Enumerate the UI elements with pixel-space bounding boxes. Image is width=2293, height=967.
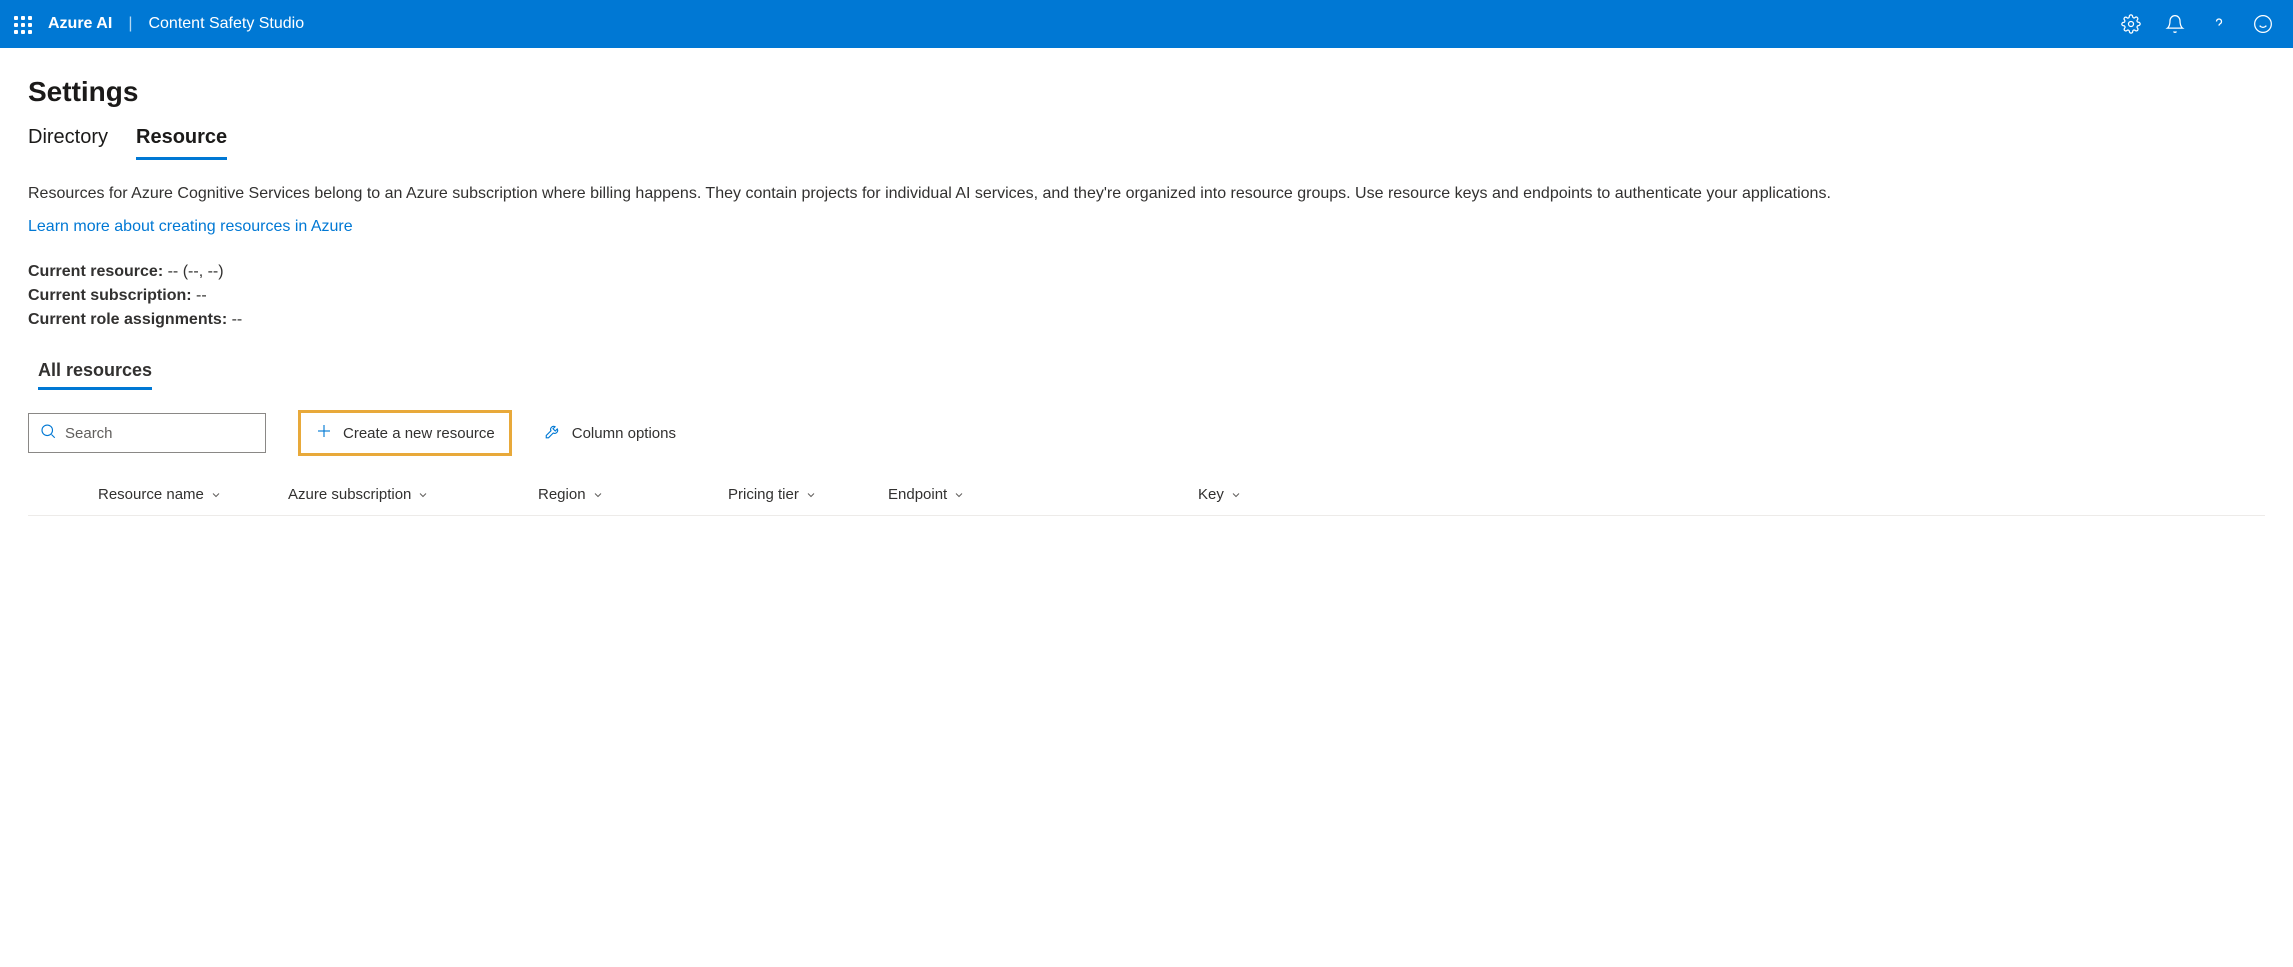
chevron-down-icon [210, 489, 222, 501]
current-subscription-line: Current subscription: -- [28, 284, 2265, 308]
current-role-label: Current role assignments: [28, 311, 227, 328]
current-role-value: -- [227, 311, 242, 328]
chevron-down-icon [1230, 489, 1242, 501]
column-header-resource-name[interactable]: Resource name [28, 486, 288, 503]
search-input[interactable] [65, 425, 264, 442]
search-box[interactable] [28, 413, 266, 453]
table-header-row: Resource name Azure subscription Region … [28, 474, 2265, 516]
settings-tabs: Directory Resource [28, 126, 2265, 160]
plus-icon [315, 422, 333, 444]
wrench-icon [544, 422, 562, 444]
main-content: Settings Directory Resource Resources fo… [0, 48, 2293, 516]
tab-directory[interactable]: Directory [28, 126, 108, 160]
current-subscription-label: Current subscription: [28, 287, 192, 304]
tab-all-resources[interactable]: All resources [38, 360, 152, 390]
column-header-pricing[interactable]: Pricing tier [728, 486, 888, 503]
current-subscription-value: -- [192, 287, 207, 304]
column-header-key[interactable]: Key [1188, 486, 1388, 503]
current-resource-value: -- (--, --) [163, 263, 223, 280]
current-resource-label: Current resource: [28, 263, 163, 280]
chevron-down-icon [953, 489, 965, 501]
current-info-block: Current resource: -- (--, --) Current su… [28, 260, 2265, 332]
waffle-menu-icon[interactable] [12, 14, 32, 34]
chevron-down-icon [417, 489, 429, 501]
create-resource-label: Create a new resource [343, 425, 495, 442]
bell-icon[interactable] [2165, 14, 2185, 34]
top-bar: Azure AI | Content Safety Studio [0, 0, 2293, 48]
chevron-down-icon [805, 489, 817, 501]
search-icon [39, 422, 57, 445]
toolbar: Create a new resource Column options [28, 410, 2265, 456]
chevron-down-icon [592, 489, 604, 501]
top-bar-left: Azure AI | Content Safety Studio [12, 14, 304, 34]
top-bar-right [2121, 14, 2281, 34]
tab-resource[interactable]: Resource [136, 126, 227, 160]
column-header-subscription[interactable]: Azure subscription [288, 486, 538, 503]
help-icon[interactable] [2209, 14, 2229, 34]
current-resource-line: Current resource: -- (--, --) [28, 260, 2265, 284]
column-options-button[interactable]: Column options [544, 422, 676, 444]
column-header-endpoint[interactable]: Endpoint [888, 486, 1188, 503]
gear-icon[interactable] [2121, 14, 2141, 34]
smile-icon[interactable] [2253, 14, 2273, 34]
current-role-line: Current role assignments: -- [28, 308, 2265, 332]
learn-more-link[interactable]: Learn more about creating resources in A… [28, 218, 353, 236]
column-header-region[interactable]: Region [538, 486, 728, 503]
section-tabs: All resources [38, 360, 2265, 390]
page-title: Settings [28, 76, 2265, 108]
create-resource-button[interactable]: Create a new resource [298, 410, 512, 456]
brand-divider: | [128, 15, 132, 33]
brand-name[interactable]: Azure AI [48, 15, 112, 33]
column-options-label: Column options [572, 425, 676, 442]
product-name[interactable]: Content Safety Studio [148, 15, 304, 33]
description-text: Resources for Azure Cognitive Services b… [28, 182, 2265, 206]
